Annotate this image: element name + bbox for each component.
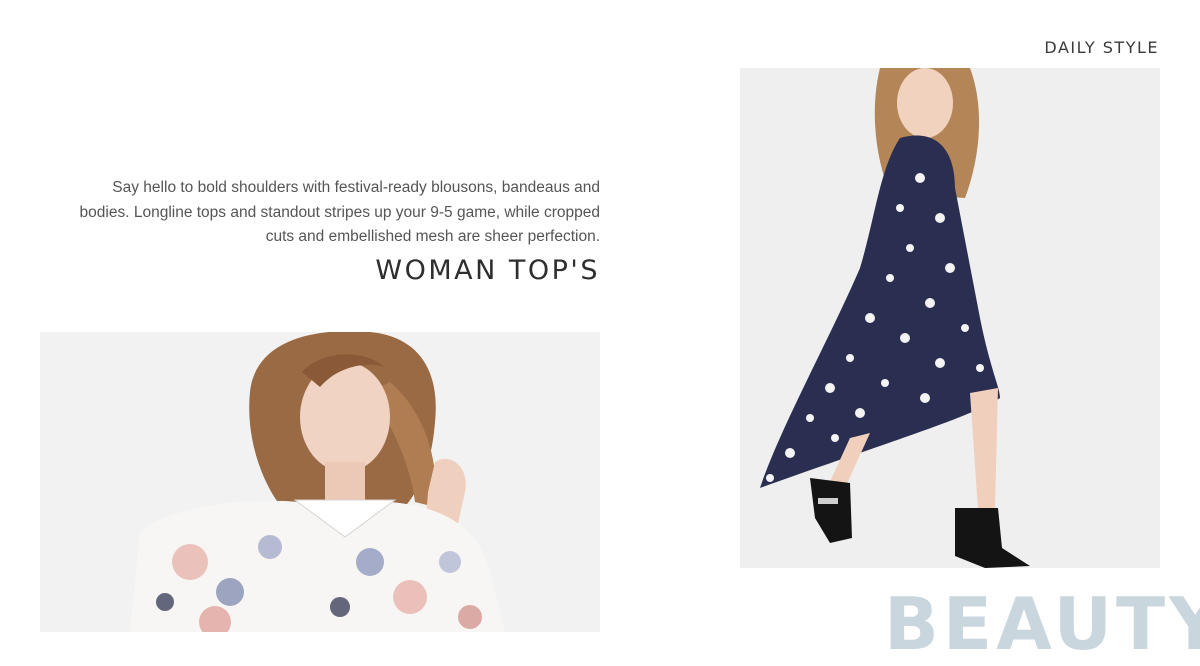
intro-paragraph: Say hello to bold shoulders with festiva… bbox=[79, 179, 600, 245]
daily-style-label: DAILY STYLE bbox=[1044, 38, 1159, 57]
section-title: WOMAN TOP'S bbox=[375, 255, 600, 286]
blouse-model-image bbox=[40, 332, 600, 632]
dress-model-image bbox=[740, 68, 1160, 568]
section-title-container: WOMAN TOP'S bbox=[300, 255, 600, 286]
beauty-section-heading: BEAUTY bbox=[884, 582, 1200, 666]
woman-dress-photo[interactable] bbox=[740, 68, 1160, 568]
woman-blouse-photo[interactable] bbox=[40, 332, 600, 632]
